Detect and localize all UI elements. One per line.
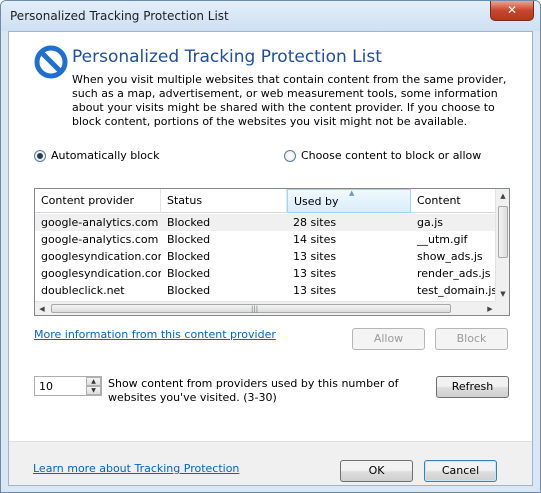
cell-content: render_ads.js <box>417 267 491 280</box>
allow-button[interactable]: Allow <box>352 328 425 350</box>
cell-used-by: 13 sites <box>293 250 337 263</box>
learn-more-link[interactable]: Learn more about Tracking Protection <box>33 462 239 475</box>
threshold-description: Show content from providers used by this… <box>108 377 399 404</box>
choose-content-label: Choose content to block or allow <box>301 149 482 162</box>
cell-used-by: 14 sites <box>293 233 337 246</box>
cell-status: Blocked <box>167 250 211 263</box>
content-provider-table[interactable]: Content provider Status ▲ Used by Conten… <box>34 188 510 316</box>
cell-used-by: 28 sites <box>293 216 337 229</box>
vertical-scrollbar[interactable]: ▲ ▼ <box>495 189 509 301</box>
threshold-stepper[interactable]: ▲ ▼ <box>34 376 102 396</box>
description-text: When you visit multiple websites that co… <box>72 73 507 128</box>
table-header: Content provider Status ▲ Used by Conten… <box>35 189 497 213</box>
close-button[interactable]: ✕ <box>490 1 534 21</box>
column-header-content[interactable]: Content <box>411 189 497 213</box>
cell-content: __utm.gif <box>417 233 468 246</box>
cell-status: Blocked <box>167 267 211 280</box>
horizontal-scroll-thumb[interactable]: ||| <box>51 304 451 313</box>
cancel-button[interactable]: Cancel <box>424 460 497 482</box>
window-title: Personalized Tracking Protection List <box>10 9 229 23</box>
dialog-body: Personalized Tracking Protection List Wh… <box>8 31 533 486</box>
cell-status: Blocked <box>167 233 211 246</box>
column-header-provider[interactable]: Content provider <box>35 189 161 213</box>
auto-block-radio[interactable] <box>34 149 46 162</box>
block-button[interactable]: Block <box>435 328 508 350</box>
refresh-button[interactable]: Refresh <box>436 376 509 398</box>
block-icon <box>34 45 68 79</box>
cell-provider: google-analytics.com <box>41 233 159 246</box>
column-header-used-by-label: Used by <box>294 195 339 208</box>
vertical-scroll-thumb[interactable] <box>498 206 508 258</box>
title-bar[interactable]: Personalized Tracking Protection List ✕ <box>1 1 540 31</box>
cell-content: show_ads.js <box>417 250 483 263</box>
increment-icon[interactable]: ▲ <box>86 377 101 386</box>
scroll-up-icon[interactable]: ▲ <box>496 189 509 203</box>
auto-block-option[interactable]: Automatically block <box>34 149 159 162</box>
footer-bar: Learn more about Tracking Protection OK … <box>9 441 532 485</box>
scroll-left-icon[interactable]: ◀ <box>35 302 49 315</box>
table-rows: google-analytics.com Blocked 28 sites ga… <box>35 214 497 299</box>
cell-provider: google-analytics.com <box>41 216 159 229</box>
table-row[interactable]: google-analytics.com Blocked 28 sites ga… <box>35 214 497 231</box>
grip-icon: ||| <box>251 305 259 313</box>
table-row[interactable]: doubleclick.net Blocked 13 sites test_do… <box>35 282 497 299</box>
horizontal-scrollbar[interactable]: ◀ ||| ▶ <box>35 301 497 315</box>
dialog-window: Personalized Tracking Protection List ✕ … <box>0 0 541 493</box>
cell-content: test_domain.js <box>417 284 497 297</box>
cell-used-by: 13 sites <box>293 284 337 297</box>
cell-used-by: 13 sites <box>293 267 337 280</box>
cell-provider: doubleclick.net <box>41 284 125 297</box>
choose-content-radio[interactable] <box>284 149 296 162</box>
close-icon: ✕ <box>506 3 518 17</box>
scrollbar-corner <box>495 301 509 315</box>
cell-content: ga.js <box>417 216 444 229</box>
column-header-status[interactable]: Status <box>161 189 287 213</box>
page-title: Personalized Tracking Protection List <box>72 47 382 67</box>
table-row[interactable]: googlesyndication.com Blocked 13 sites s… <box>35 248 497 265</box>
scroll-down-icon[interactable]: ▼ <box>496 287 509 301</box>
cell-provider: googlesyndication.com <box>41 267 161 280</box>
choose-content-option[interactable]: Choose content to block or allow <box>284 149 481 162</box>
cell-status: Blocked <box>167 216 211 229</box>
decrement-icon[interactable]: ▼ <box>86 386 101 395</box>
column-header-used-by[interactable]: ▲ Used by <box>287 189 411 213</box>
sort-ascending-icon: ▲ <box>349 189 355 197</box>
ok-button[interactable]: OK <box>340 460 413 482</box>
threshold-input[interactable] <box>35 377 85 395</box>
auto-block-label: Automatically block <box>51 149 160 162</box>
table-row[interactable]: google-analytics.com Blocked 14 sites __… <box>35 231 497 248</box>
more-info-link[interactable]: More information from this content provi… <box>34 328 276 341</box>
cell-provider: googlesyndication.com <box>41 250 161 263</box>
table-row[interactable]: googlesyndication.com Blocked 13 sites r… <box>35 265 497 282</box>
cell-status: Blocked <box>167 284 211 297</box>
